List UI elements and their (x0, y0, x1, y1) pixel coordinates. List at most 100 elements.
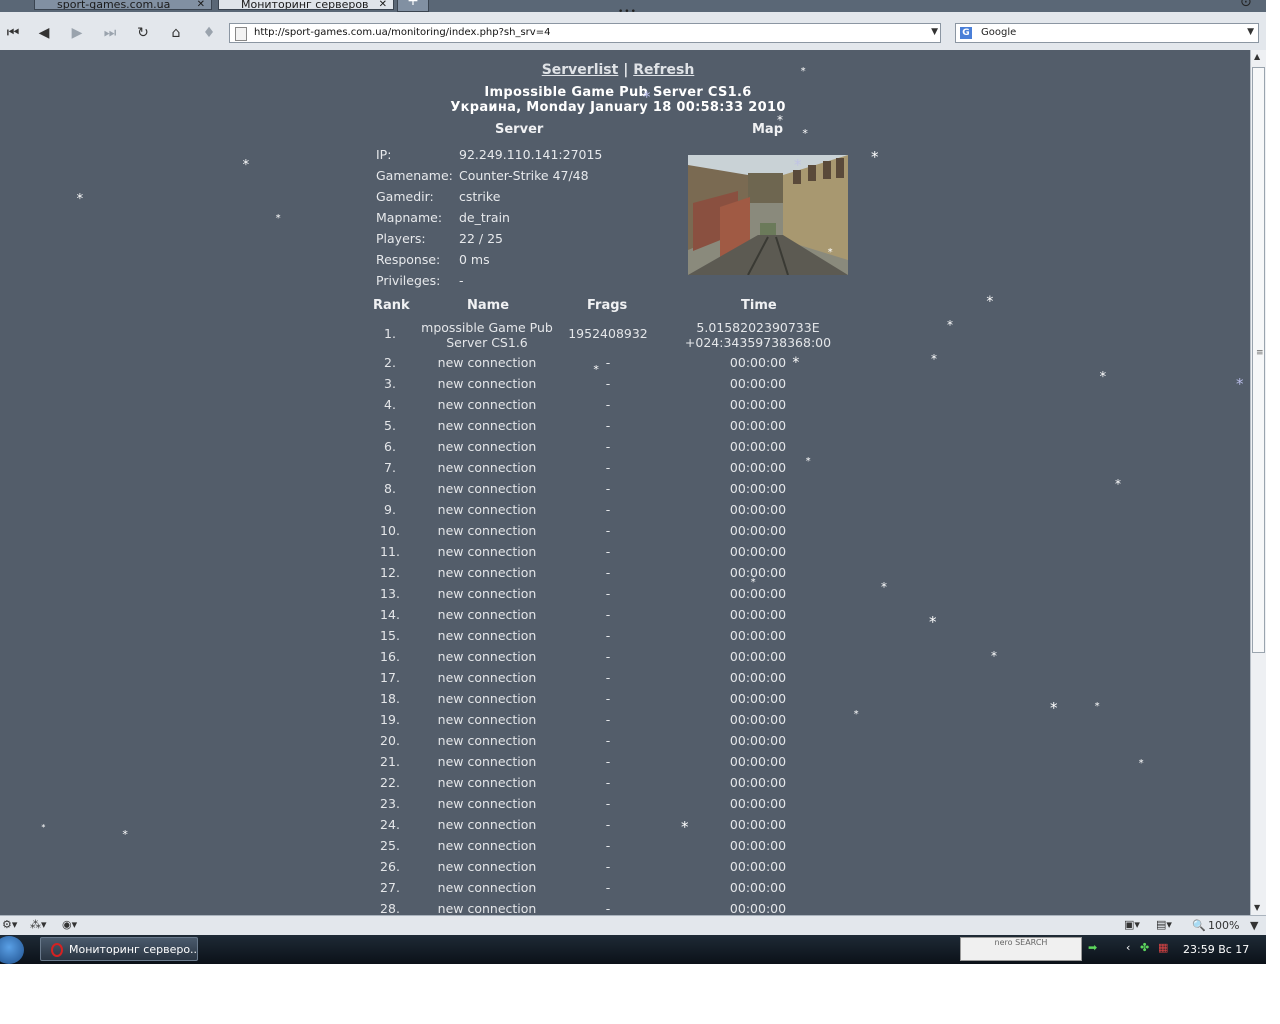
name-header: Name (467, 298, 510, 313)
chevron-down-icon[interactable]: ▼ (931, 27, 938, 37)
info-value: 92.249.110.141:27015 (459, 147, 603, 162)
snowflake-icon: * (931, 352, 937, 366)
name-line: Server CS1.6 (446, 335, 528, 350)
name-cell: new connection (437, 418, 537, 433)
name-cell: new connection (437, 607, 537, 622)
frags-cell: - (605, 880, 611, 895)
image-toggle-icon[interactable]: ▤▾ (1156, 918, 1172, 931)
tab-bar: sport-games.com.ua ✕ Мониторинг серверов… (0, 0, 1266, 12)
serverlist-link[interactable]: Serverlist (542, 62, 619, 78)
time-cell: 00:00:00 (729, 691, 787, 706)
table-row: 26. new connection - 00:00:00 (360, 859, 860, 879)
table-row: 21. new connection - 00:00:00 (360, 754, 860, 774)
time-cell: 00:00:00 (729, 439, 787, 454)
scroll-thumb[interactable]: ≡ (1252, 67, 1265, 653)
time-header: Time (741, 298, 777, 313)
language-flag-icon[interactable]: ▦ (1158, 941, 1168, 954)
rewind-icon[interactable]: ⏮ (1, 21, 25, 45)
panel-toggle-icon[interactable]: ⚙▾ (2, 918, 17, 931)
page-layout-icon[interactable]: ▣▾ (1124, 918, 1140, 931)
name-cell: new connection (437, 523, 537, 538)
new-tab-button[interactable]: + (397, 0, 429, 12)
info-label: IP: (376, 147, 392, 162)
table-row: 3. new connection - 00:00:00 (360, 376, 860, 396)
arrow-right-icon[interactable]: ➡ (1088, 941, 1097, 954)
rank-cell: 24. (380, 817, 400, 832)
trash-icon[interactable]: ⊙ (1240, 0, 1252, 10)
chevron-down-icon[interactable]: ▼ (1247, 27, 1254, 37)
time-cell: 00:00:00 (729, 628, 787, 643)
reload-icon[interactable]: ↻ (131, 21, 155, 45)
rank-cell: 26. (380, 859, 400, 874)
snowflake-icon: * (76, 191, 84, 207)
tab-monitoring[interactable]: Мониторинг серверов ✕ (218, 0, 394, 10)
info-label: Response: (376, 252, 441, 267)
nero-search-box[interactable]: nero SEARCH (960, 937, 1082, 961)
snowflake-icon: * (1236, 374, 1244, 393)
system-tray: ➡ ‹ ✤ ▦ 23:59 Вс 17 (1088, 937, 1266, 961)
frags-cell: - (605, 607, 611, 622)
frags-cell: - (605, 838, 611, 853)
name-cell: new connection (437, 817, 537, 832)
frags-cell: - (605, 376, 611, 391)
nero-label: nero SEARCH (994, 938, 1048, 947)
table-row: 12. new connection - 00:00:00 (360, 565, 860, 585)
name-cell: new connection (437, 691, 537, 706)
start-button[interactable] (0, 936, 24, 964)
tab-sport-games[interactable]: sport-games.com.ua ✕ (34, 0, 212, 10)
close-icon[interactable]: ✕ (197, 0, 205, 9)
search-box[interactable]: G Google ▼ (955, 23, 1259, 43)
rank-cell: 17. (380, 670, 400, 685)
table-row: 11. new connection - 00:00:00 (360, 544, 860, 564)
info-value: 22 / 25 (459, 231, 503, 246)
chevron-down-icon[interactable]: ▼ (1250, 919, 1258, 932)
zoom-icon: 🔍 (1192, 919, 1206, 932)
rank-cell: 15. (380, 628, 400, 643)
back-icon[interactable]: ◀ (32, 21, 56, 45)
address-bar[interactable]: http://sport-games.com.ua/monitoring/ind… (229, 23, 941, 43)
snowflake-icon: * (1094, 701, 1100, 712)
scroll-up-icon[interactable]: ▲ (1254, 52, 1260, 61)
info-label: Mapname: (376, 210, 443, 225)
table-row: 1. mpossible Game Pub Server CS1.6 19524… (360, 320, 860, 350)
name-cell: new connection (437, 775, 537, 790)
fast-forward-icon[interactable]: ⏭ (98, 21, 122, 45)
info-value: 0 ms (459, 252, 490, 267)
network-icon[interactable]: ⁂▾ (30, 918, 47, 931)
rank-cell: 25. (380, 838, 400, 853)
forward-icon[interactable]: ▶ (65, 21, 89, 45)
snowflake-icon: * (871, 147, 879, 166)
taskbar-window-button[interactable]: Мониторинг серверо... (40, 937, 198, 961)
chevron-left-icon[interactable]: ‹ (1126, 941, 1130, 954)
table-row: 23. new connection - 00:00:00 (360, 796, 860, 816)
info-label: Privileges: (376, 273, 441, 288)
table-row: 2. new connection - 00:00:00 (360, 355, 860, 375)
rank-cell: 22. (380, 775, 400, 790)
snowflake-icon: * (275, 213, 281, 224)
frags-cell: - (605, 523, 611, 538)
wand-icon[interactable]: ♦ (197, 21, 221, 45)
time-cell: 00:00:00 (729, 670, 787, 685)
rank-cell: 1. (384, 326, 396, 341)
vertical-scrollbar[interactable]: ▲ ≡ ▼ (1250, 50, 1266, 915)
frags-cell: - (605, 544, 611, 559)
links-separator: | (623, 62, 629, 78)
razer-icon[interactable]: ✤ (1140, 941, 1149, 954)
snowflake-icon: * (1050, 698, 1058, 717)
opera-icon (51, 943, 63, 957)
page-icon (235, 27, 247, 41)
time-cell: 00:00:00 (729, 649, 787, 664)
map-preview-image (688, 155, 848, 275)
close-icon[interactable]: ✕ (379, 0, 387, 9)
name-cell: new connection (437, 565, 537, 580)
snowflake-icon: * (853, 709, 859, 720)
home-icon[interactable]: ⌂ (164, 21, 188, 45)
rank-cell: 28. (380, 901, 400, 915)
turbo-icon[interactable]: ◉▾ (62, 918, 77, 931)
snowflake-icon: * (800, 66, 806, 77)
zoom-level[interactable]: 100% (1208, 919, 1239, 932)
snowflake-icon: * (593, 362, 599, 376)
scroll-down-icon[interactable]: ▼ (1254, 903, 1260, 912)
refresh-link[interactable]: Refresh (633, 62, 694, 78)
table-row: 24. new connection - 00:00:00 (360, 817, 860, 837)
